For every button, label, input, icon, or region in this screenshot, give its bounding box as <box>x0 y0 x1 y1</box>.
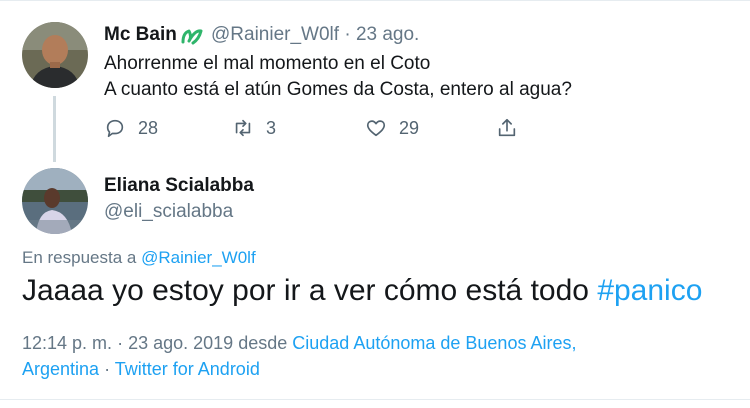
reply-button[interactable]: 28 <box>104 116 158 140</box>
retweet-button[interactable]: 3 <box>232 116 276 140</box>
meta-separator: · <box>117 333 124 353</box>
retweet-icon <box>235 119 251 137</box>
avatar[interactable] <box>22 168 88 234</box>
tweet-text: Jaaaa yo estoy por ir a ver cómo está to… <box>22 274 702 308</box>
like-button[interactable]: 29 <box>365 116 419 140</box>
client-link[interactable]: Twitter for Android <box>115 359 260 379</box>
reply-prefix: En respuesta a <box>22 248 137 267</box>
author-name[interactable]: Mc Bain <box>104 24 177 46</box>
like-count: 29 <box>399 117 420 138</box>
thread-line <box>53 96 56 162</box>
hashtag-link[interactable]: #panico <box>597 274 702 307</box>
tweet-text-line: A cuanto está el atún Gomes da Costa, en… <box>104 79 572 100</box>
tweet-text-line: Ahorrenme el mal momento en el Coto <box>104 53 431 74</box>
tweet-date[interactable]: 23 ago. <box>356 24 419 45</box>
heart-icon <box>366 120 386 137</box>
reply-count: 28 <box>138 117 159 138</box>
author-name[interactable]: Eliana Scialabba <box>104 175 254 197</box>
top-divider <box>0 0 750 1</box>
share-button[interactable] <box>496 116 518 140</box>
retweet-count: 3 <box>266 117 277 138</box>
share-icon <box>498 118 516 137</box>
tweet-meta: @Rainier_W0lf · 23 ago. <box>211 24 419 46</box>
location-link[interactable]: Ciudad Autónoma de Buenos Aires, <box>292 333 576 353</box>
tweet-source-line: Argentina · Twitter for Android <box>22 359 260 380</box>
meta-separator: · <box>344 24 351 45</box>
comment-icon <box>106 119 124 138</box>
from-word: desde <box>238 333 288 353</box>
author-handle[interactable]: @eli_scialabba <box>104 201 233 223</box>
reply-to-link[interactable]: @Rainier_W0lf <box>141 248 256 267</box>
reply-context: En respuesta a @Rainier_W0lf <box>22 248 256 268</box>
author-handle[interactable]: @Rainier_W0lf <box>211 24 339 45</box>
avatar[interactable] <box>22 22 88 88</box>
meta-separator: · <box>104 359 111 379</box>
tweet-timestamp-line: 12:14 p. m. · 23 ago. 2019 desde Ciudad … <box>22 333 576 354</box>
tweet-date[interactable]: 23 ago. 2019 <box>128 333 233 353</box>
bottom-divider <box>0 399 750 400</box>
tweet-text-body: Jaaaa yo estoy por ir a ver cómo está to… <box>22 274 589 307</box>
location-link-cont[interactable]: Argentina <box>22 359 99 379</box>
green-badge-icon <box>180 25 204 47</box>
tweet-time[interactable]: 12:14 p. m. <box>22 333 112 353</box>
